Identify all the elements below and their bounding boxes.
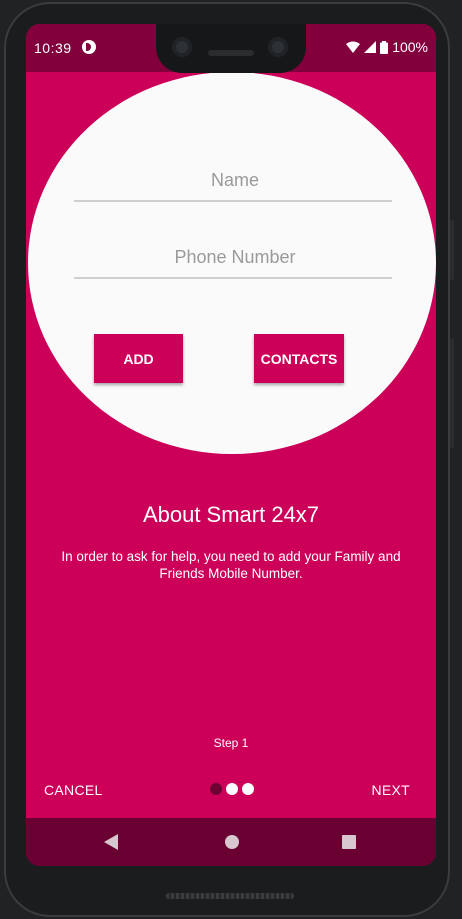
phone-number-input[interactable] xyxy=(74,241,396,269)
power-button xyxy=(450,220,454,280)
battery-percent: 100% xyxy=(392,39,428,55)
recents-icon[interactable] xyxy=(342,835,356,849)
contacts-button[interactable]: CONTACTS xyxy=(254,334,344,383)
app-notification-icon xyxy=(82,40,96,54)
step-label: Step 1 xyxy=(213,736,249,750)
add-button[interactable]: ADD xyxy=(94,334,183,383)
home-icon[interactable] xyxy=(225,835,239,849)
wifi-icon xyxy=(346,41,361,53)
app-screen: 10:39 100% ADD CONTACTS About Smart 24x7… xyxy=(26,24,436,866)
front-camera-right xyxy=(268,37,288,57)
earpiece-speaker xyxy=(208,50,254,56)
camera-notch xyxy=(156,24,306,73)
navigation-bar xyxy=(26,818,436,866)
phone-field[interactable] xyxy=(74,241,396,279)
volume-button xyxy=(450,338,454,448)
intro-description: In order to ask for help, you need to ad… xyxy=(61,549,401,581)
back-icon[interactable] xyxy=(104,834,118,850)
step-dot-1 xyxy=(210,783,222,795)
step-dot-2 xyxy=(226,783,238,795)
step-dot-3 xyxy=(242,783,254,795)
signal-icon xyxy=(364,41,377,53)
intro-title: About Smart 24x7 xyxy=(142,502,320,527)
status-time: 10:39 xyxy=(34,40,72,56)
status-icons: 100% xyxy=(346,39,428,55)
battery-icon xyxy=(380,40,389,54)
front-camera-left xyxy=(172,37,192,57)
bottom-speaker-grille xyxy=(166,893,294,899)
step-indicator xyxy=(210,783,254,795)
name-input[interactable] xyxy=(74,164,396,192)
cancel-button[interactable]: CANCEL xyxy=(44,782,103,798)
name-field[interactable] xyxy=(74,164,396,202)
contact-form-card: ADD CONTACTS xyxy=(28,72,436,454)
next-button[interactable]: NEXT xyxy=(371,782,410,798)
